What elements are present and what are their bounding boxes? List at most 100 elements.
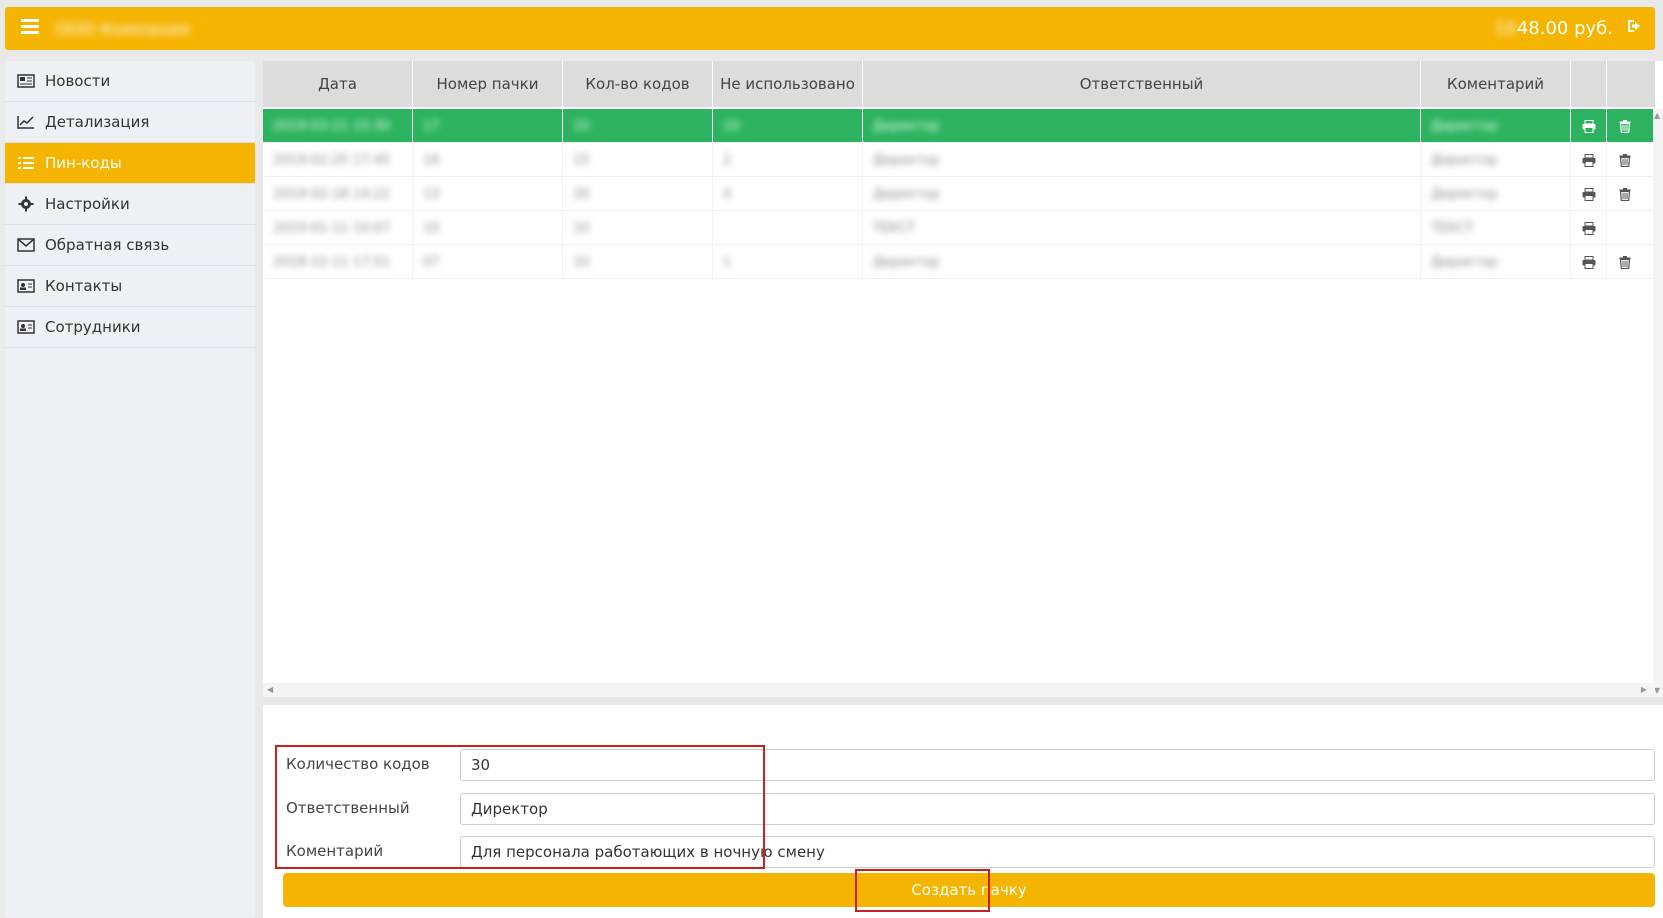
table-body: 2019-03-21 15:30 17 10 10 Директор Директор 20… (263, 109, 1655, 279)
print-icon[interactable] (1571, 211, 1607, 245)
table-row[interactable]: 2019-02-25 17:45 16 15 2 Директор Директор (263, 143, 1655, 177)
balance-amount: 48.00 руб. (1516, 18, 1613, 39)
column-header-print (1571, 61, 1607, 107)
cell-date: 2019-01-11 10:07 (263, 211, 413, 245)
trash-icon[interactable] (1607, 109, 1643, 143)
cell-text: 16 (423, 152, 440, 168)
create-button-highlight (855, 869, 990, 912)
cell-text: 20 (573, 186, 590, 202)
cell-date: 2019-03-21 15:30 (263, 109, 413, 143)
column-header-date[interactable]: Дата (263, 61, 413, 107)
cell-date: 2018-12-11 17:51 (263, 245, 413, 279)
cell-resp: Директор (863, 177, 1421, 211)
list-icon (16, 155, 36, 171)
create-batch-form: Количество кодов Ответственный Коментари… (263, 705, 1663, 918)
trash-icon[interactable] (1607, 143, 1643, 177)
cell-text: 2019-02-18 14:22 (273, 186, 391, 202)
cell-comment: Директор (1421, 109, 1571, 143)
envelope-icon (16, 237, 36, 253)
table-row[interactable]: 2019-01-11 10:07 10 10 ТЕКСТ ТЕКСТ (263, 211, 1655, 245)
horizontal-scrollbar[interactable]: ◀ ▶ (263, 683, 1655, 697)
cell-num: 16 (413, 143, 563, 177)
cell-text: 2019-01-11 10:07 (273, 220, 391, 236)
cell-text: 4 (723, 186, 732, 202)
cell-resp: ТЕКСТ (863, 211, 1421, 245)
cell-text: 1 (723, 254, 732, 270)
pin-batches-table: Дата Номер пачки Кол-во кодов Не использ… (263, 61, 1663, 697)
cell-resp: Директор (863, 143, 1421, 177)
cell-comment: Директор (1421, 177, 1571, 211)
cell-text: ТЕКСТ (873, 220, 916, 236)
cell-comment: Директор (1421, 143, 1571, 177)
print-icon[interactable] (1571, 109, 1607, 143)
cell-unused: 1 (713, 245, 863, 279)
empty-action-cell (1607, 211, 1643, 245)
cell-date: 2019-02-18 14:22 (263, 177, 413, 211)
cell-unused: 10 (713, 109, 863, 143)
sidebar-item-employees[interactable]: Сотрудники (5, 307, 255, 348)
sidebar-item-label: Сотрудники (45, 318, 141, 336)
hamburger-menu-icon[interactable] (21, 19, 39, 35)
table-row[interactable]: 2019-03-21 15:30 17 10 10 Директор Директор (263, 109, 1655, 143)
sidebar-item-feedback[interactable]: Обратная связь (5, 225, 255, 266)
cell-text: Директор (1431, 152, 1498, 168)
cell-text: 10 (423, 220, 440, 236)
column-header-delete (1607, 61, 1643, 107)
cell-text: Директор (1431, 118, 1498, 134)
sidebar-item-label: Настройки (45, 195, 130, 213)
cell-resp: Директор (863, 245, 1421, 279)
vertical-scrollbar[interactable]: ▲ ▼ (1653, 109, 1663, 697)
sidebar-item-contacts[interactable]: Контакты (5, 266, 255, 307)
column-header-codes-count[interactable]: Кол-во кодов (563, 61, 713, 107)
cell-num: 07 (413, 245, 563, 279)
cell-unused: 4 (713, 177, 863, 211)
print-icon[interactable] (1571, 143, 1607, 177)
print-icon[interactable] (1571, 245, 1607, 279)
table-header: Дата Номер пачки Кол-во кодов Не использ… (263, 61, 1655, 107)
company-name: ООО Компания (55, 20, 190, 40)
cell-count: 10 (563, 109, 713, 143)
balance-hidden-digits: 10 (1493, 18, 1517, 39)
sidebar-item-details[interactable]: Детализация (5, 102, 255, 143)
cell-text: 10 (573, 118, 590, 134)
address-card-icon (16, 319, 36, 335)
table-row[interactable]: 2019-02-18 14:22 13 20 4 Директор Директор (263, 177, 1655, 211)
cell-text: 2 (723, 152, 732, 168)
form-fields-highlight (275, 745, 765, 869)
cell-count: 15 (563, 143, 713, 177)
column-header-unused[interactable]: Не использовано (713, 61, 863, 107)
cell-text: 2018-12-11 17:51 (273, 254, 391, 270)
cell-text: Директор (1431, 254, 1498, 270)
cell-text: 10 (573, 220, 590, 236)
table-row[interactable]: 2018-12-11 17:51 07 10 1 Директор Директор (263, 245, 1655, 279)
cell-text: Директор (873, 254, 940, 270)
cell-num: 10 (413, 211, 563, 245)
cell-comment: Директор (1421, 245, 1571, 279)
cell-text: 10 (573, 254, 590, 270)
cell-text: Директор (873, 118, 940, 134)
cell-text: 2019-02-25 17:45 (273, 152, 391, 168)
cell-text: 2019-03-21 15:30 (273, 118, 391, 134)
cell-text: 17 (423, 118, 440, 134)
column-header-comment[interactable]: Коментарий (1421, 61, 1571, 107)
trash-icon[interactable] (1607, 177, 1643, 211)
sidebar-item-label: Обратная связь (45, 236, 170, 254)
trash-icon[interactable] (1607, 245, 1643, 279)
print-icon[interactable] (1571, 177, 1607, 211)
cell-text: 15 (573, 152, 590, 168)
column-header-responsible[interactable]: Ответственный (863, 61, 1421, 107)
cell-text: ТЕКСТ (1431, 220, 1474, 236)
newspaper-icon (16, 73, 36, 89)
sidebar-item-label: Детализация (45, 113, 150, 131)
sidebar-item-news[interactable]: Новости (5, 61, 255, 102)
gear-icon (16, 196, 36, 212)
cell-resp: Директор (863, 109, 1421, 143)
column-header-batch-number[interactable]: Номер пачки (413, 61, 563, 107)
cell-text: 10 (723, 118, 740, 134)
sidebar: Новости Детализация Пин-коды Настройки О… (5, 61, 255, 918)
sidebar-item-pin-codes[interactable]: Пин-коды (5, 143, 255, 184)
cell-num: 13 (413, 177, 563, 211)
sidebar-item-settings[interactable]: Настройки (5, 184, 255, 225)
logout-icon[interactable] (1626, 17, 1646, 37)
sidebar-item-label: Пин-коды (45, 154, 122, 172)
